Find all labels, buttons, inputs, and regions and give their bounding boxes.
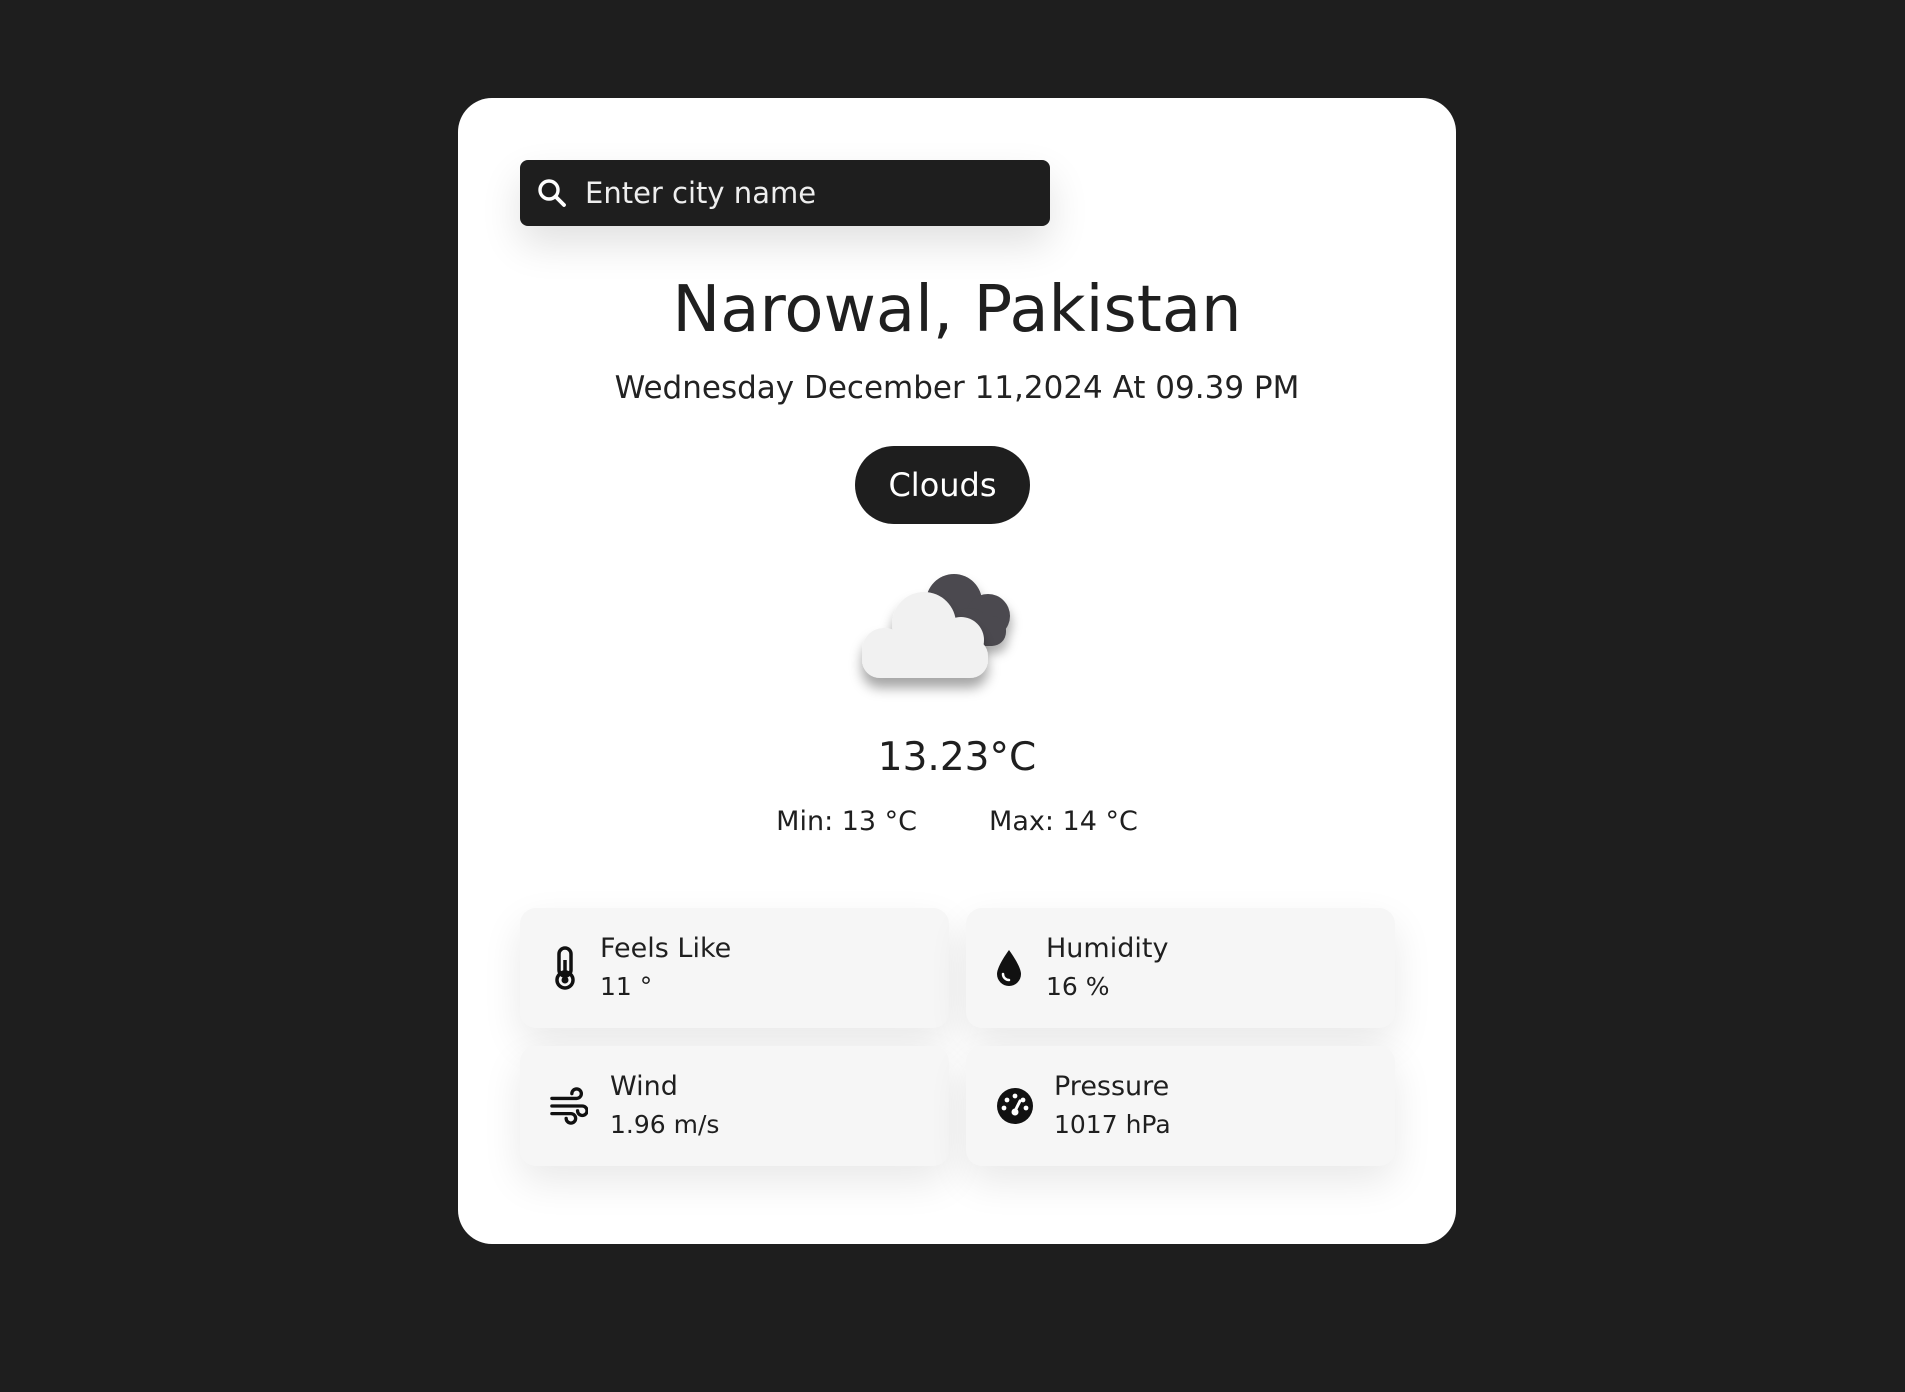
stat-label: Feels Like <box>600 933 732 964</box>
gauge-icon <box>996 1082 1034 1130</box>
stat-value: 1.96 m/s <box>610 1110 720 1139</box>
stat-feels-like: Feels Like 11 ° <box>520 908 949 1028</box>
droplet-icon <box>992 944 1026 992</box>
weather-card: Narowal, Pakistan Wednesday December 11,… <box>458 98 1456 1244</box>
min-temperature: Min: 13 °C <box>776 806 918 837</box>
stat-label: Pressure <box>1054 1071 1170 1102</box>
search-bar[interactable] <box>520 160 1050 226</box>
stat-value: 1017 hPa <box>1054 1110 1171 1139</box>
stat-pressure: Pressure 1017 hPa <box>966 1046 1395 1166</box>
search-input[interactable] <box>585 160 1050 226</box>
stat-humidity: Humidity 16 % <box>966 908 1395 1028</box>
wind-icon <box>550 1082 588 1130</box>
condition-badge: Clouds <box>855 446 1030 524</box>
date-time: Wednesday December 11,2024 At 09.39 PM <box>614 370 1300 406</box>
current-temperature: 13.23°C <box>877 735 1037 780</box>
min-max-row: Min: 13 °C Max: 14 °C <box>458 804 1456 840</box>
stat-wind: Wind 1.96 m/s <box>520 1046 949 1166</box>
stat-value: 11 ° <box>600 972 653 1001</box>
search-icon[interactable] <box>535 176 569 210</box>
stat-label: Wind <box>610 1071 678 1102</box>
stat-value: 16 % <box>1046 972 1110 1001</box>
clouds-icon <box>836 558 1056 708</box>
stat-label: Humidity <box>1046 933 1169 964</box>
city-title: Narowal, Pakistan <box>672 273 1242 347</box>
max-temperature: Max: 14 °C <box>989 806 1138 837</box>
thermometer-icon <box>548 944 582 992</box>
